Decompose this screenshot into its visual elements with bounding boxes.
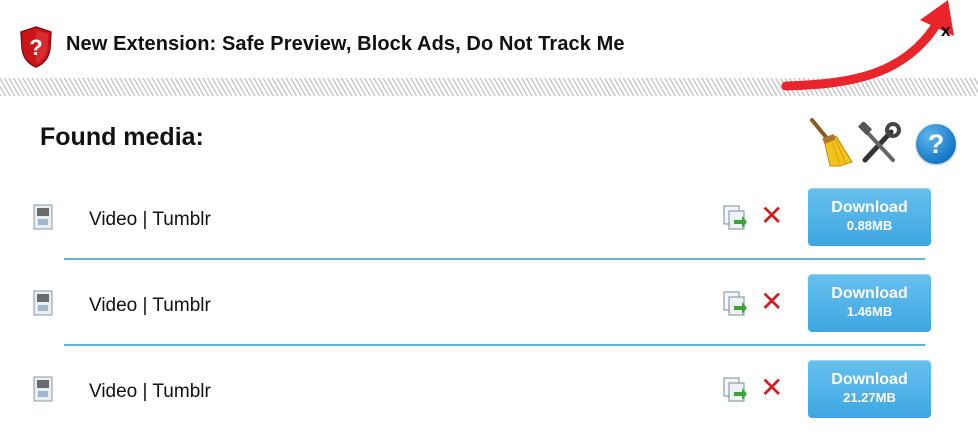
svg-text:?: ? [29, 35, 42, 60]
video-file-icon [33, 290, 53, 316]
list-item: Video | Tumblr ✕ Download 1.46MB [0, 266, 978, 352]
page-title: Found media: [40, 123, 204, 151]
copy-icon[interactable] [722, 290, 748, 318]
copy-icon[interactable] [722, 204, 748, 232]
help-icon[interactable]: ? [916, 124, 956, 164]
row-separator [64, 344, 925, 346]
download-button[interactable]: Download 0.88MB [808, 188, 931, 246]
shield-icon: ? [20, 26, 52, 68]
list-item: Video | Tumblr ✕ Download 21.27MB [0, 352, 978, 438]
list-item: Video | Tumblr ✕ Download 0.88MB [0, 180, 978, 266]
media-label: Video | Tumblr [89, 295, 211, 316]
broom-icon[interactable] [806, 118, 854, 168]
row-separator [64, 258, 925, 260]
close-button[interactable]: x [941, 22, 950, 39]
delete-icon[interactable]: ✕ [760, 374, 783, 402]
extension-banner[interactable]: ? New Extension: Safe Preview, Block Ads… [0, 0, 978, 80]
video-file-icon [33, 204, 53, 230]
download-button[interactable]: Download 21.27MB [808, 360, 931, 418]
banner-divider [0, 78, 978, 96]
download-button[interactable]: Download 1.46MB [808, 274, 931, 332]
media-label: Video | Tumblr [89, 209, 211, 230]
tools-icon[interactable] [857, 122, 901, 166]
delete-icon[interactable]: ✕ [760, 202, 783, 230]
delete-icon[interactable]: ✕ [760, 288, 783, 316]
banner-text[interactable]: New Extension: Safe Preview, Block Ads, … [66, 33, 625, 56]
video-file-icon [33, 376, 53, 402]
